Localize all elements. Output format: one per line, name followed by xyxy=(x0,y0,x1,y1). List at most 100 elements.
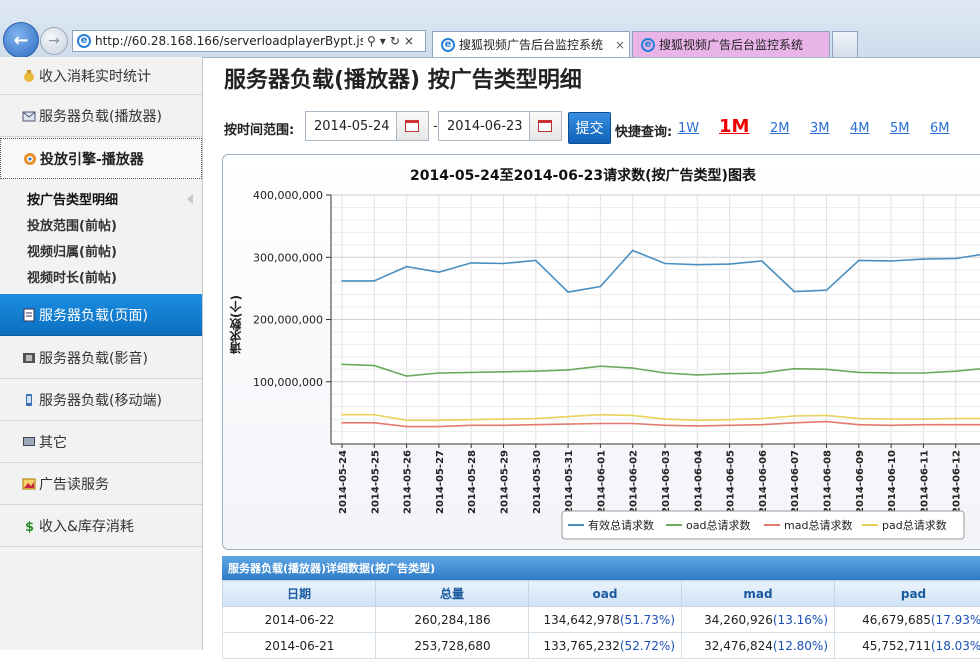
sidebar-item-server-mobile[interactable]: 服务器负载(移动端) xyxy=(0,379,202,421)
forward-button[interactable]: → xyxy=(40,27,68,55)
close-tab-icon[interactable]: × xyxy=(615,38,625,52)
mobile-icon xyxy=(22,393,36,407)
column-header-total[interactable]: 总量 xyxy=(376,581,529,607)
quick-link-5m[interactable]: 5M xyxy=(890,121,910,136)
stop-icon[interactable]: × xyxy=(404,34,414,48)
data-point xyxy=(697,264,699,266)
sidebar-item-label: 广告读服务 xyxy=(39,474,109,494)
data-point xyxy=(858,372,860,374)
sidebar-item-label: 收入消耗实时统计 xyxy=(39,66,151,86)
sidebar-item-label: 服务器负载(页面) xyxy=(39,305,148,325)
data-point xyxy=(567,423,569,425)
address-bar[interactable]: e http://60.28.168.166/serverloadplayerB… xyxy=(72,30,426,52)
line-chart: 100,000,000200,000,000300,000,000400,000… xyxy=(223,155,980,550)
calendar-icon[interactable] xyxy=(396,112,428,140)
back-button[interactable]: ← xyxy=(3,22,39,58)
data-point xyxy=(793,422,795,424)
cell-oad-value: 133,765,232 xyxy=(544,639,620,653)
x-tick-label: 2014-05-30 xyxy=(532,450,543,514)
end-date-input[interactable]: 2014-06-23 xyxy=(438,111,562,141)
dollar-icon: $ xyxy=(22,519,36,533)
cell-pad-pct: (17.93%) xyxy=(931,613,980,627)
data-point xyxy=(438,372,440,374)
cell-oad: 134,642,978(51.73%) xyxy=(529,607,682,633)
x-tick-label: 2014-06-08 xyxy=(823,450,834,514)
data-point xyxy=(535,260,537,262)
sidebar-item-revenue-inventory[interactable]: $ 收入&库存消耗 xyxy=(0,505,202,547)
data-point xyxy=(761,260,763,262)
cell-mad: 34,260,926(13.16%) xyxy=(682,607,835,633)
data-point xyxy=(761,424,763,426)
start-date-input[interactable]: 2014-05-24 xyxy=(305,111,429,141)
legend-label: 有效总请求数 xyxy=(588,518,654,532)
sidebar-item-label: 服务器负载(播放器) xyxy=(39,106,162,126)
quick-link-1w[interactable]: 1W xyxy=(678,121,699,136)
data-point xyxy=(503,425,505,427)
x-tick-label: 2014-06-04 xyxy=(693,450,704,514)
end-date-value[interactable]: 2014-06-23 xyxy=(439,119,529,134)
submit-button[interactable]: 提交 xyxy=(568,112,611,144)
data-point xyxy=(858,424,860,426)
quick-link-2m[interactable]: 2M xyxy=(770,121,790,136)
quick-link-4m[interactable]: 4M xyxy=(850,121,870,136)
cell-pad-pct: (18.03%) xyxy=(931,639,980,653)
column-header-pad[interactable]: pad xyxy=(835,581,980,607)
data-point xyxy=(374,422,376,424)
table-row: 2014-06-22 260,284,186 134,642,978(51.73… xyxy=(223,607,980,633)
sidebar-item-server-page[interactable]: 服务器负载(页面) xyxy=(0,294,202,336)
x-tick-label: 2014-06-03 xyxy=(661,450,672,514)
tab-title: 搜狐视频广告后台监控系统 xyxy=(659,36,803,53)
page-title: 服务器负载(播放器) 按广告类型明细 xyxy=(224,62,582,94)
search-icon[interactable]: ⚲ xyxy=(367,34,376,48)
browser-tab-active[interactable]: e 搜狐视频广告后台监控系统 × xyxy=(432,31,630,57)
subitem-video-owner[interactable]: 视频归属(前帖) xyxy=(27,241,117,260)
data-point xyxy=(923,258,925,260)
start-date-value[interactable]: 2014-05-24 xyxy=(306,119,396,134)
column-header-oad[interactable]: oad xyxy=(529,581,682,607)
data-point xyxy=(503,371,505,373)
cell-oad-pct: (52.72%) xyxy=(620,639,675,653)
data-point xyxy=(535,424,537,426)
column-header-date[interactable]: 日期 xyxy=(223,581,376,607)
address-url[interactable]: http://60.28.168.166/serverloadplayerByp… xyxy=(95,34,363,48)
x-tick-label: 2014-06-05 xyxy=(726,450,737,514)
data-point xyxy=(632,415,634,417)
data-point xyxy=(955,370,957,372)
subitem-by-ad-type[interactable]: 按广告类型明细 xyxy=(27,189,118,208)
quick-link-3m[interactable]: 3M xyxy=(810,121,830,136)
sidebar-item-server-player[interactable]: 服务器负载(播放器) xyxy=(0,96,202,137)
refresh-icon[interactable]: ↻ xyxy=(390,34,400,48)
data-point xyxy=(406,375,408,377)
data-point xyxy=(923,418,925,420)
new-tab-button[interactable] xyxy=(832,31,858,57)
sidebar-item-label: 投放引擎-播放器 xyxy=(40,149,144,169)
subitem-scope[interactable]: 投放范围(前帖) xyxy=(27,215,117,234)
sidebar-item-ad-read[interactable]: 广告读服务 xyxy=(0,463,202,505)
data-point xyxy=(761,372,763,374)
engine-disc-icon xyxy=(23,152,37,166)
sidebar-item-server-media[interactable]: 服务器负载(影音) xyxy=(0,337,202,379)
calendar-icon[interactable] xyxy=(529,112,561,140)
legend-label: oad总请求数 xyxy=(686,518,750,532)
data-point xyxy=(664,418,666,420)
page-icon xyxy=(22,308,36,322)
x-tick-label: 2014-06-02 xyxy=(629,450,640,514)
subitem-video-duration[interactable]: 视频时长(前帖) xyxy=(27,267,117,286)
data-point xyxy=(923,424,925,426)
cell-mad-pct: (12.80%) xyxy=(773,639,828,653)
dropdown-icon[interactable]: ▾ xyxy=(380,34,386,48)
x-tick-label: 2014-05-29 xyxy=(500,450,511,514)
sidebar-item-revenue-realtime[interactable]: 收入消耗实时统计 xyxy=(0,57,202,95)
quick-link-1m[interactable]: 1M xyxy=(719,116,749,137)
data-point xyxy=(697,425,699,427)
quick-link-6m[interactable]: 6M xyxy=(930,121,950,136)
browser-tab[interactable]: e 搜狐视频广告后台监控系统 xyxy=(632,31,830,57)
cell-pad-value: 45,752,711 xyxy=(862,639,931,653)
sidebar-item-other[interactable]: 其它 xyxy=(0,421,202,463)
x-tick-label: 2014-06-09 xyxy=(855,450,866,514)
x-tick-label: 2014-05-26 xyxy=(403,450,414,514)
column-header-mad[interactable]: mad xyxy=(682,581,835,607)
data-point xyxy=(600,365,602,367)
data-point xyxy=(955,424,957,426)
sidebar-item-engine-player[interactable]: 投放引擎-播放器 xyxy=(0,138,202,179)
